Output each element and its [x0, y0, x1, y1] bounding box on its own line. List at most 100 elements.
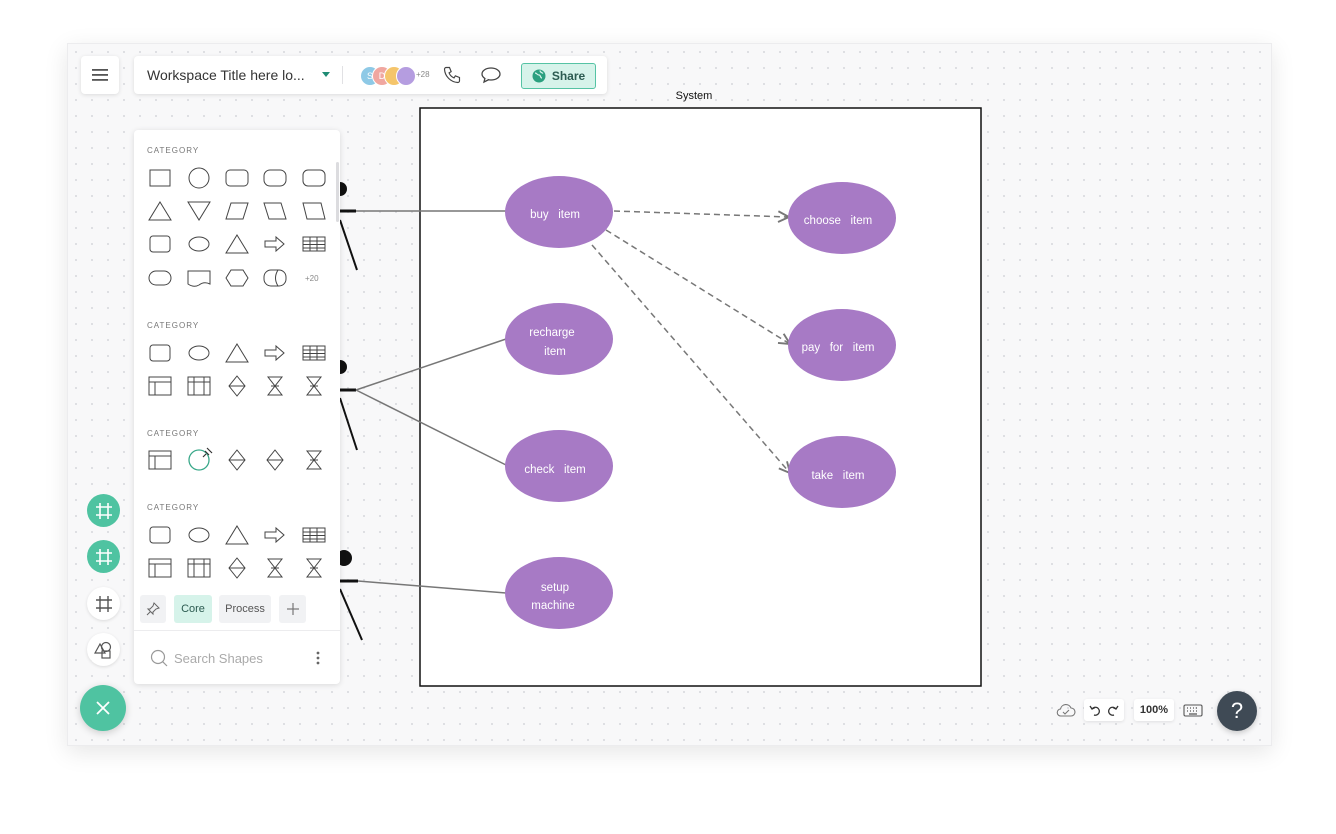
rounded-rectangle-shape[interactable]: [224, 167, 250, 189]
shapes-icon: [93, 641, 111, 659]
add-library-button[interactable]: [279, 595, 306, 623]
parallelogram-shape[interactable]: [262, 200, 288, 222]
svg-text:take item: take item: [811, 470, 864, 482]
redo-icon[interactable]: [1107, 704, 1119, 716]
triangle-shape[interactable]: [224, 233, 250, 255]
share-label: Share: [551, 69, 586, 83]
triangle-shape[interactable]: [224, 342, 250, 364]
shapes-tool-button[interactable]: [87, 633, 120, 666]
use-case-pay-for-item[interactable]: pay for item: [788, 309, 896, 381]
terminator-shape[interactable]: [147, 267, 173, 289]
rounded-square-shape[interactable]: [147, 342, 173, 364]
category-label: CATEGORY: [147, 429, 200, 438]
rectangle-shape[interactable]: [147, 167, 173, 189]
frame-icon: [95, 548, 112, 565]
cylinder-shape[interactable]: [262, 267, 288, 289]
search-input[interactable]: [174, 648, 302, 668]
system-label: System: [676, 90, 713, 102]
collate-shape[interactable]: [262, 557, 288, 579]
decision-shape[interactable]: [262, 449, 288, 471]
rounded-rectangle-shape[interactable]: [301, 167, 327, 189]
ellipse-shape[interactable]: [186, 342, 212, 364]
ellipse-shape[interactable]: [186, 524, 212, 546]
arrow-shape[interactable]: [262, 233, 288, 255]
frame-tool-button[interactable]: [87, 540, 120, 573]
table-shape[interactable]: [301, 233, 327, 255]
frame-tool-button[interactable]: [87, 494, 120, 527]
share-button[interactable]: Share: [521, 63, 596, 89]
phone-icon[interactable]: [442, 65, 462, 90]
triangle-shape[interactable]: [224, 524, 250, 546]
frame-icon: [95, 595, 112, 612]
avatar-more-count[interactable]: +28: [416, 70, 430, 79]
collate-shape[interactable]: [301, 375, 327, 397]
ellipse-shape[interactable]: [186, 233, 212, 255]
use-case-check-item[interactable]: check item: [505, 430, 613, 502]
collate-shape[interactable]: [301, 449, 327, 471]
decision-shape[interactable]: [224, 449, 250, 471]
collate-shape[interactable]: [301, 557, 327, 579]
use-case-buy-item[interactable]: buy item: [505, 176, 613, 248]
globe-icon: [532, 69, 546, 83]
undo-icon[interactable]: [1089, 704, 1101, 716]
swimlane-shape[interactable]: [147, 449, 173, 471]
rounded-rectangle-shape[interactable]: [262, 167, 288, 189]
zoom-level[interactable]: 100%: [1134, 699, 1174, 721]
swimlane-shape[interactable]: [147, 375, 173, 397]
frame-tool-button[interactable]: [87, 587, 120, 620]
table-shape[interactable]: [301, 342, 327, 364]
swimlane-shape[interactable]: [147, 557, 173, 579]
help-button[interactable]: ?: [1217, 691, 1257, 731]
avatar[interactable]: [396, 66, 416, 86]
svg-text:machine: machine: [531, 600, 574, 612]
tab-process[interactable]: Process: [219, 595, 271, 623]
arrow-shape[interactable]: [262, 524, 288, 546]
more-shapes-count[interactable]: +20: [305, 274, 319, 283]
use-case-choose-item[interactable]: choose item: [788, 182, 896, 254]
decision-shape[interactable]: [224, 375, 250, 397]
system-boundary[interactable]: [419, 107, 982, 687]
svg-text:recharge: recharge: [529, 327, 574, 339]
pinned-circle-shape[interactable]: [186, 446, 213, 471]
document-shape[interactable]: [186, 267, 212, 289]
trapezoid-shape[interactable]: [301, 200, 327, 222]
plus-icon: [286, 603, 299, 615]
svg-text:item: item: [544, 346, 566, 358]
hamburger-icon: [92, 69, 108, 81]
use-case-recharge-item[interactable]: recharge item: [505, 303, 613, 375]
tab-core[interactable]: Core: [174, 595, 212, 623]
swimlane-shape[interactable]: [186, 557, 212, 579]
category-label: CATEGORY: [147, 503, 200, 512]
svg-text:pay for item: pay for item: [802, 342, 875, 354]
parallelogram-shape[interactable]: [224, 200, 250, 222]
collate-shape[interactable]: [262, 375, 288, 397]
close-icon: [96, 701, 110, 715]
keyboard-icon: [1183, 704, 1203, 717]
inverted-triangle-shape[interactable]: [186, 200, 212, 222]
cloud-sync-button[interactable]: [1055, 700, 1077, 720]
category-label: CATEGORY: [147, 146, 200, 155]
triangle-shape[interactable]: [147, 200, 173, 222]
circle-shape[interactable]: [186, 167, 212, 189]
swimlane-shape[interactable]: [186, 375, 212, 397]
pin-tab[interactable]: [140, 595, 166, 623]
more-options-icon[interactable]: [314, 650, 322, 666]
caret-down-icon[interactable]: [322, 72, 330, 77]
pin-icon: [146, 602, 160, 616]
hexagon-shape[interactable]: [224, 267, 250, 289]
arrow-shape[interactable]: [262, 342, 288, 364]
use-case-take-item[interactable]: take item: [788, 436, 896, 508]
panel-scrollbar[interactable]: [336, 162, 339, 222]
rounded-square-shape[interactable]: [147, 233, 173, 255]
decision-shape[interactable]: [224, 557, 250, 579]
svg-text:buy item: buy item: [530, 209, 580, 221]
close-panel-button[interactable]: [80, 685, 126, 731]
menu-button[interactable]: [81, 56, 119, 94]
svg-text:setup: setup: [541, 582, 569, 594]
keyboard-shortcuts-button[interactable]: [1182, 701, 1204, 719]
rounded-square-shape[interactable]: [147, 524, 173, 546]
workspace-title[interactable]: Workspace Title here lo...: [147, 67, 305, 83]
table-shape[interactable]: [301, 524, 327, 546]
use-case-setup-machine[interactable]: setup machine: [505, 557, 613, 629]
comment-icon[interactable]: [481, 66, 501, 89]
